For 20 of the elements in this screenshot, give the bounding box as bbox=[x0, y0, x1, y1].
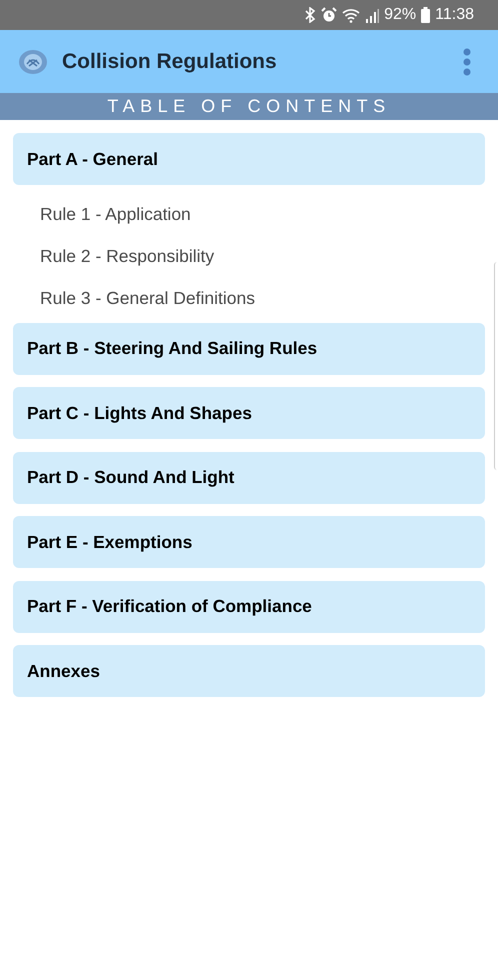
alarm-icon bbox=[321, 7, 338, 23]
section-item[interactable]: Part E - Exemptions bbox=[13, 516, 485, 568]
section-item[interactable]: Part D - Sound And Light bbox=[13, 452, 485, 504]
battery-percentage: 92% bbox=[384, 6, 416, 24]
rule-link[interactable]: Rule 1 - Application bbox=[40, 204, 191, 225]
wifi-icon bbox=[342, 8, 360, 22]
section-item[interactable]: Annexes bbox=[13, 645, 485, 697]
section-item[interactable]: Part A - General bbox=[13, 133, 485, 185]
bluetooth-icon bbox=[304, 7, 316, 23]
battery-icon bbox=[421, 7, 430, 23]
app-title: Collision Regulations bbox=[62, 50, 278, 74]
section-item[interactable]: Part F - Verification of Compliance bbox=[13, 580, 485, 632]
section-item[interactable]: Part B - Steering And Sailing Rules bbox=[13, 322, 485, 374]
clock-time: 11:38 bbox=[435, 6, 474, 24]
rule-link[interactable]: Rule 3 - General Definitions bbox=[40, 288, 255, 309]
section-item[interactable]: Part C - Lights And Shapes bbox=[13, 387, 485, 439]
section-header: TABLE OF CONTENTS bbox=[0, 93, 498, 120]
emblem-icon bbox=[18, 48, 48, 74]
signal-icon bbox=[365, 8, 380, 22]
rule-link[interactable]: Rule 2 - Responsibility bbox=[40, 246, 214, 267]
